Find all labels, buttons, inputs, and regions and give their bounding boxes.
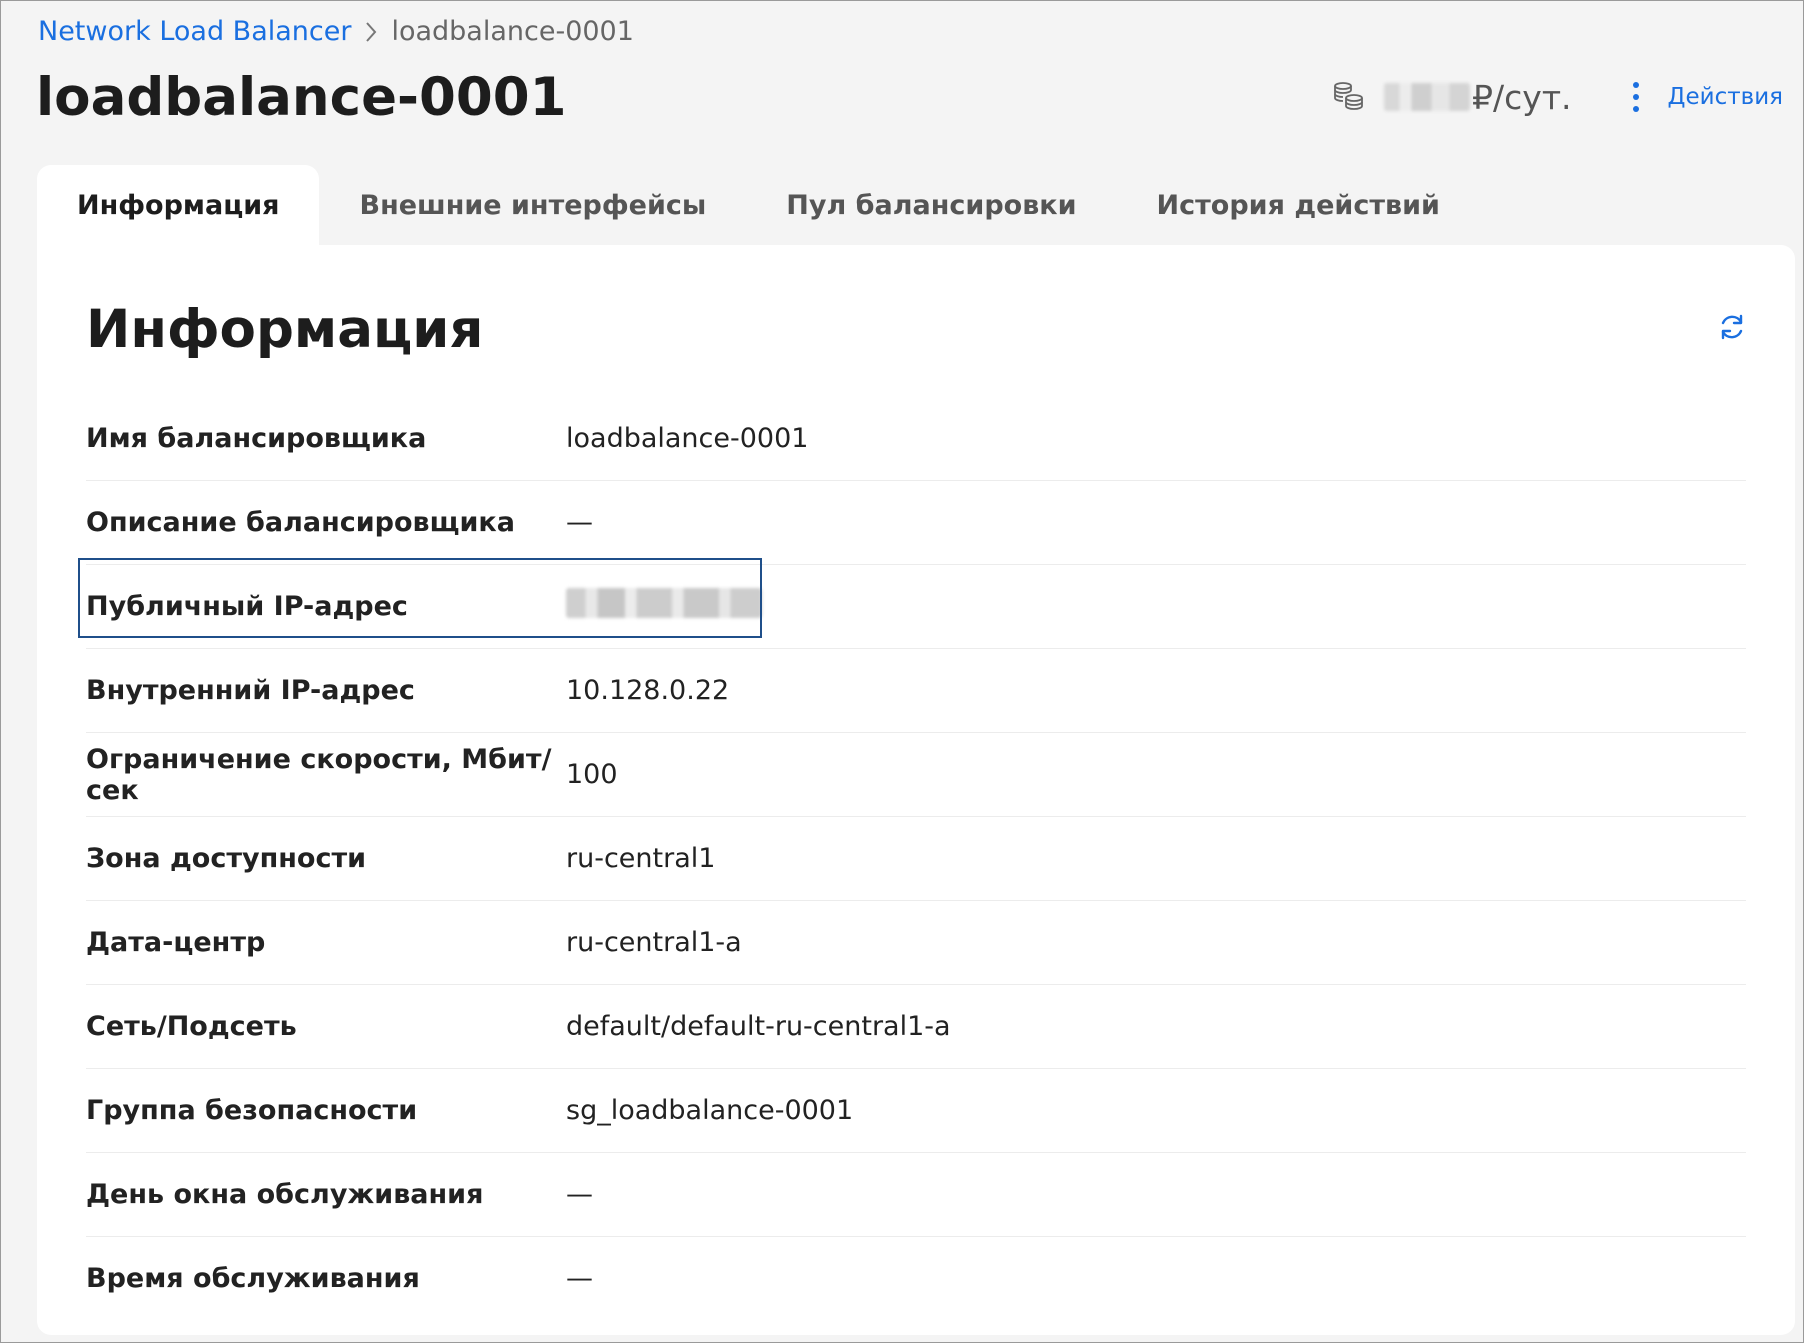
tab-action-history[interactable]: История действий (1117, 165, 1480, 245)
info-row-internal-ip: Внутренний IP-адрес 10.128.0.22 (86, 649, 1746, 733)
info-row-name: Имя балансировщика loadbalance-0001 (86, 397, 1746, 481)
breadcrumb-current: loadbalance-0001 (391, 15, 634, 47)
breadcrumb: Network Load Balancer loadbalance-0001 (38, 13, 634, 49)
actions-button[interactable]: Действия (1668, 84, 1783, 110)
info-row-availability-zone: Зона доступности ru-central1 (86, 817, 1746, 901)
coins-icon (1334, 82, 1363, 110)
info-row-maintenance-time: Время обслуживания — (86, 1237, 1746, 1320)
row-value: — (566, 1179, 593, 1210)
tab-external-interfaces[interactable]: Внешние интерфейсы (319, 165, 746, 245)
window: Network Load Balancer loadbalance-0001 l… (0, 0, 1804, 1343)
row-value: default/default-ru-central1-a (566, 1011, 951, 1042)
row-value: 100 (566, 759, 618, 790)
breadcrumb-link-network-load-balancer[interactable]: Network Load Balancer (38, 16, 351, 47)
cost-value-masked (1384, 83, 1471, 111)
info-row-datacenter: Дата-центр ru-central1-a (86, 901, 1746, 985)
row-label: Ограничение скорости, Мбит/сек (86, 743, 552, 806)
info-row-speed-limit: Ограничение скорости, Мбит/сек 100 (86, 733, 1746, 817)
info-row-public-ip: Публичный IP-адрес (86, 565, 1746, 649)
row-label: Группа безопасности (86, 1095, 418, 1126)
row-value (566, 588, 762, 625)
info-panel: Информация Имя балансировщика loadbalanc… (37, 245, 1795, 1335)
info-row-network-subnet: Сеть/Подсеть default/default-ru-central1… (86, 985, 1746, 1069)
refresh-icon[interactable] (1716, 311, 1748, 343)
row-value: — (566, 507, 593, 538)
kebab-icon[interactable] (1630, 79, 1642, 115)
tab-bar: Информация Внешние интерфейсы Пул баланс… (37, 165, 1480, 245)
header-tools: ₽/сут. Действия (1332, 71, 1783, 123)
row-label: Имя балансировщика (86, 423, 427, 454)
info-table: Имя балансировщика loadbalance-0001 Опис… (86, 397, 1746, 1320)
row-value: ru-central1 (566, 843, 716, 874)
tab-information[interactable]: Информация (37, 165, 320, 245)
row-label: Описание балансировщика (86, 507, 515, 538)
row-label: День окна обслуживания (86, 1179, 484, 1210)
cost-unit: ₽/сут. (1472, 77, 1572, 117)
info-row-maintenance-day: День окна обслуживания — (86, 1153, 1746, 1237)
chevron-right-icon (351, 16, 391, 47)
row-label: Внутренний IP-адрес (86, 675, 415, 706)
info-row-description: Описание балансировщика — (86, 481, 1746, 565)
row-label: Публичный IP-адрес (86, 591, 408, 622)
row-value: 10.128.0.22 (566, 675, 730, 706)
row-label: Сеть/Подсеть (86, 1011, 297, 1042)
tab-balancing-pool[interactable]: Пул балансировки (746, 165, 1116, 245)
page-title: loadbalance-0001 (36, 67, 567, 128)
row-value: sg_loadbalance-0001 (566, 1095, 854, 1126)
row-label: Зона доступности (86, 843, 367, 874)
row-label: Дата-центр (86, 927, 266, 958)
info-row-security-group: Группа безопасности sg_loadbalance-0001 (86, 1069, 1746, 1153)
public-ip-masked (566, 588, 762, 618)
row-value: — (566, 1263, 593, 1294)
row-value: ru-central1-a (566, 927, 742, 958)
row-label: Время обслуживания (86, 1263, 420, 1294)
panel-title: Информация (86, 299, 484, 360)
row-value: loadbalance-0001 (566, 423, 809, 454)
